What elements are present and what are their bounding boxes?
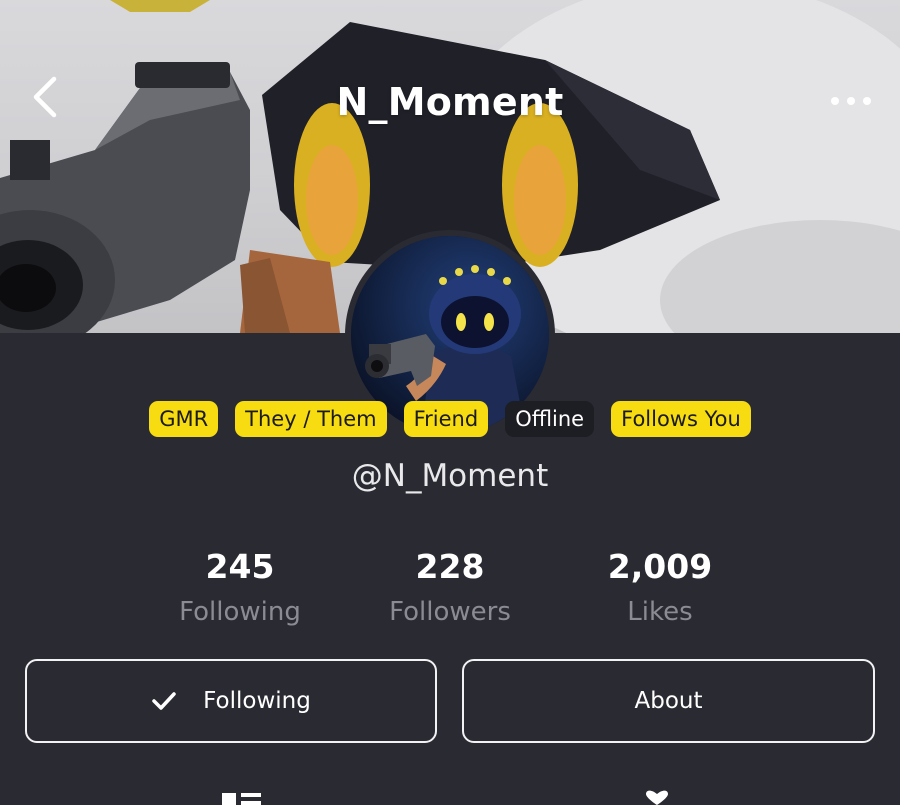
stat-following-label: Following xyxy=(179,597,301,627)
checkmark-icon xyxy=(151,691,177,711)
badge-gmr: GMR xyxy=(149,401,219,437)
more-horizontal-icon xyxy=(831,97,839,105)
stat-followers[interactable]: 228 Followers xyxy=(350,545,550,635)
stat-followers-value: 228 xyxy=(415,547,485,586)
badge-pronouns: They / Them xyxy=(235,401,387,437)
stat-following-value: 245 xyxy=(205,547,275,586)
badge-row: GMR They / Them Friend Offline Follows Y… xyxy=(0,401,900,437)
about-button-label: About xyxy=(634,688,703,714)
stat-likes-value: 2,009 xyxy=(607,547,713,586)
more-options-button[interactable] xyxy=(820,80,882,122)
tab-posts[interactable] xyxy=(222,790,264,805)
following-button-label: Following xyxy=(203,688,311,714)
page-title: N_Moment xyxy=(336,80,564,124)
badge-follows-you: Follows You xyxy=(611,401,751,437)
stat-followers-label: Followers xyxy=(389,597,511,627)
following-button[interactable]: Following xyxy=(25,659,437,743)
stats-row: 245 Following 228 Followers 2,009 Likes xyxy=(0,545,900,640)
badge-status: Offline xyxy=(505,401,595,437)
heart-icon xyxy=(646,790,668,805)
tab-likes[interactable] xyxy=(640,790,674,805)
profile-handle: @N_Moment xyxy=(351,458,549,494)
about-button[interactable]: About xyxy=(462,659,875,743)
stat-likes-label: Likes xyxy=(627,597,693,627)
profile-screen: N_Moment GMR They / Them Friend Offline … xyxy=(0,0,900,805)
stat-likes[interactable]: 2,009 Likes xyxy=(560,545,760,635)
stat-following[interactable]: 245 Following xyxy=(140,545,340,635)
badge-friend: Friend xyxy=(403,401,489,437)
grid-list-icon xyxy=(222,793,261,805)
